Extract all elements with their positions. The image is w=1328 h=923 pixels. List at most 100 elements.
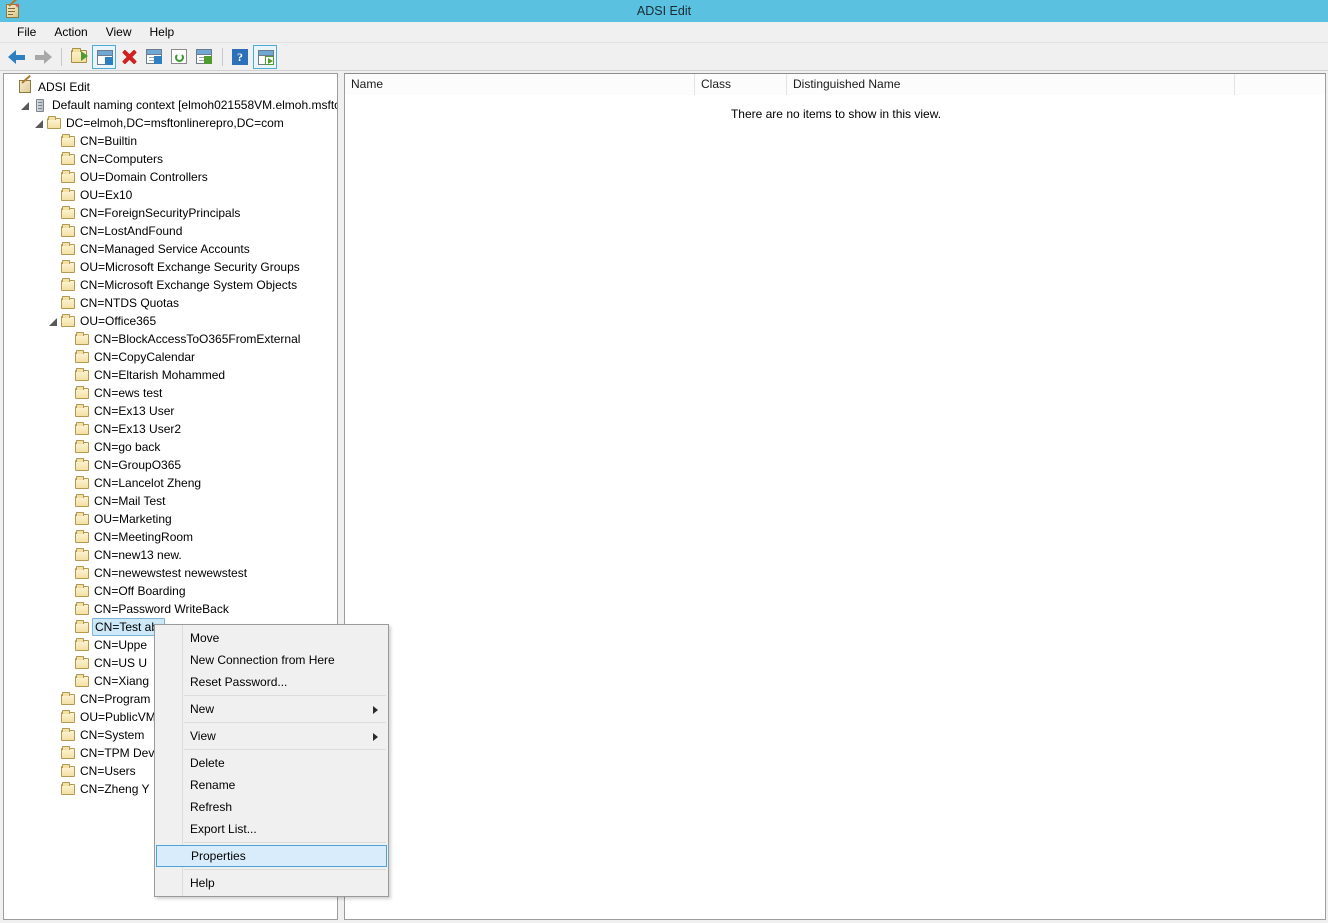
tree-node[interactable]: CN=MeetingRoom bbox=[4, 528, 337, 546]
tree-node[interactable]: CN=GroupO365 bbox=[4, 456, 337, 474]
tree-node[interactable]: CN=Mail Test bbox=[4, 492, 337, 510]
folder-icon bbox=[74, 492, 92, 510]
tree-node[interactable]: OU=Microsoft Exchange Security Groups bbox=[4, 258, 337, 276]
tree-node[interactable]: CN=NTDS Quotas bbox=[4, 294, 337, 312]
tree-node[interactable]: CN=BlockAccessToO365FromExternal bbox=[4, 330, 337, 348]
tree-node[interactable]: OU=Domain Controllers bbox=[4, 168, 337, 186]
folder-icon bbox=[74, 456, 92, 474]
tree-expander-spacer bbox=[46, 132, 60, 150]
tree-node[interactable]: CN=Eltarish Mohammed bbox=[4, 366, 337, 384]
context-menu-item[interactable]: View bbox=[155, 725, 388, 747]
refresh-button[interactable] bbox=[167, 45, 191, 69]
tree-node[interactable]: DC=elmoh,DC=msftonlinerepro,DC=com bbox=[4, 114, 337, 132]
tree-expander-spacer bbox=[46, 294, 60, 312]
context-menu-item[interactable]: Refresh bbox=[155, 796, 388, 818]
tree-expander-open-icon[interactable] bbox=[18, 96, 32, 114]
context-menu-item[interactable]: Properties bbox=[156, 845, 387, 867]
context-menu-item[interactable]: New Connection from Here bbox=[155, 649, 388, 671]
tree-node-label: ADSI Edit bbox=[38, 80, 91, 94]
tree-expander-spacer bbox=[60, 636, 74, 654]
tree-node[interactable]: CN=Computers bbox=[4, 150, 337, 168]
tree-node-label: CN=ews test bbox=[94, 386, 163, 400]
tree-node[interactable]: CN=Password WriteBack bbox=[4, 600, 337, 618]
tree-node-label: Default naming context [elmoh021558VM.el… bbox=[52, 98, 338, 112]
tree-expander-spacer bbox=[46, 150, 60, 168]
tree-expander-open-icon[interactable] bbox=[46, 312, 60, 330]
menu-action[interactable]: Action bbox=[45, 22, 96, 42]
tree-node[interactable]: CN=newewstest newewstest bbox=[4, 564, 337, 582]
tree-node-label: OU=Microsoft Exchange Security Groups bbox=[80, 260, 300, 274]
context-menu-item[interactable]: Move bbox=[155, 627, 388, 649]
window-titlebar[interactable]: ADSI Edit bbox=[0, 0, 1328, 22]
tree-node[interactable]: Default naming context [elmoh021558VM.el… bbox=[4, 96, 337, 114]
column-header[interactable]: Class bbox=[695, 74, 787, 95]
context-menu-item-label: New Connection from Here bbox=[190, 653, 335, 667]
tree-node[interactable]: OU=Office365 bbox=[4, 312, 337, 330]
tree-expander-open-icon[interactable] bbox=[32, 114, 46, 132]
tree-node-label: DC=elmoh,DC=msftonlinerepro,DC=com bbox=[66, 116, 284, 130]
context-menu-item[interactable]: Delete bbox=[155, 752, 388, 774]
menu-file[interactable]: File bbox=[8, 22, 45, 42]
tree-node[interactable]: CN=CopyCalendar bbox=[4, 348, 337, 366]
context-menu-separator bbox=[184, 722, 386, 723]
folder-icon bbox=[46, 114, 64, 132]
tree-node[interactable]: ADSI Edit bbox=[4, 74, 337, 96]
tree-node-label: OU=Domain Controllers bbox=[80, 170, 208, 184]
context-menu-item[interactable]: Reset Password... bbox=[155, 671, 388, 693]
tree-node-label: CN=Lancelot Zheng bbox=[94, 476, 202, 490]
folder-icon bbox=[60, 690, 78, 708]
show-hide-console-tree-button[interactable] bbox=[92, 44, 116, 69]
delete-button[interactable] bbox=[117, 45, 141, 69]
export-list-button[interactable] bbox=[192, 45, 216, 69]
context-menu-item[interactable]: Export List... bbox=[155, 818, 388, 840]
folder-icon bbox=[60, 240, 78, 258]
context-menu-item[interactable]: New bbox=[155, 698, 388, 720]
tree-node[interactable]: OU=Marketing bbox=[4, 510, 337, 528]
tree-node[interactable]: CN=Ex13 User2 bbox=[4, 420, 337, 438]
tree-node-label: CN=Computers bbox=[80, 152, 164, 166]
tree-node-label: CN=US U bbox=[94, 656, 148, 670]
tree-node[interactable]: CN=ForeignSecurityPrincipals bbox=[4, 204, 337, 222]
context-menu[interactable]: Move New Connection from Here Reset Passwo… bbox=[154, 624, 389, 897]
toolbar-separator-1 bbox=[61, 47, 62, 66]
folder-icon bbox=[74, 636, 92, 654]
tree-expander-spacer bbox=[60, 420, 74, 438]
tree-node[interactable]: CN=Lancelot Zheng bbox=[4, 474, 337, 492]
tree-expander-spacer bbox=[60, 330, 74, 348]
tree-node[interactable]: CN=new13 new. bbox=[4, 546, 337, 564]
tree-node[interactable]: CN=Managed Service Accounts bbox=[4, 240, 337, 258]
menu-view[interactable]: View bbox=[97, 22, 141, 42]
tree-node-label: CN=Ex13 User2 bbox=[94, 422, 182, 436]
context-menu-item-label: Help bbox=[190, 876, 215, 890]
tree-node[interactable]: CN=LostAndFound bbox=[4, 222, 337, 240]
show-hide-action-pane-button[interactable] bbox=[253, 44, 277, 69]
tree-node-label: CN=MeetingRoom bbox=[94, 530, 194, 544]
tree-node-label: CN=Zheng Y bbox=[80, 782, 150, 796]
menu-help[interactable]: Help bbox=[141, 22, 184, 42]
column-header[interactable]: Distinguished Name bbox=[787, 74, 1235, 95]
column-header[interactable] bbox=[1235, 74, 1325, 95]
context-menu-item-label: View bbox=[190, 729, 216, 743]
list-column-header: Name Class Distinguished Name bbox=[345, 74, 1325, 95]
back-button[interactable] bbox=[6, 45, 30, 69]
tree-node[interactable]: CN=Off Boarding bbox=[4, 582, 337, 600]
tree-node[interactable]: CN=Builtin bbox=[4, 132, 337, 150]
forward-button[interactable] bbox=[31, 45, 55, 69]
properties-button[interactable] bbox=[142, 45, 166, 69]
tree-expander-spacer bbox=[60, 438, 74, 456]
context-menu-item[interactable]: Rename bbox=[155, 774, 388, 796]
tree-node-label: CN=ForeignSecurityPrincipals bbox=[80, 206, 241, 220]
column-header[interactable]: Name bbox=[345, 74, 695, 95]
tree-expander-spacer bbox=[60, 582, 74, 600]
tree-node[interactable]: CN=ews test bbox=[4, 384, 337, 402]
context-menu-item[interactable]: Help bbox=[155, 872, 388, 894]
up-one-level-button[interactable] bbox=[67, 45, 91, 69]
help-button[interactable]: ? bbox=[228, 45, 252, 69]
result-list-pane[interactable]: Name Class Distinguished Name There are no… bbox=[344, 73, 1326, 920]
tree-node[interactable]: CN=go back bbox=[4, 438, 337, 456]
tree-node[interactable]: OU=Ex10 bbox=[4, 186, 337, 204]
folder-icon bbox=[74, 672, 92, 690]
tree-node[interactable]: CN=Ex13 User bbox=[4, 402, 337, 420]
tree-node[interactable]: CN=Microsoft Exchange System Objects bbox=[4, 276, 337, 294]
tree-expander-spacer bbox=[60, 474, 74, 492]
